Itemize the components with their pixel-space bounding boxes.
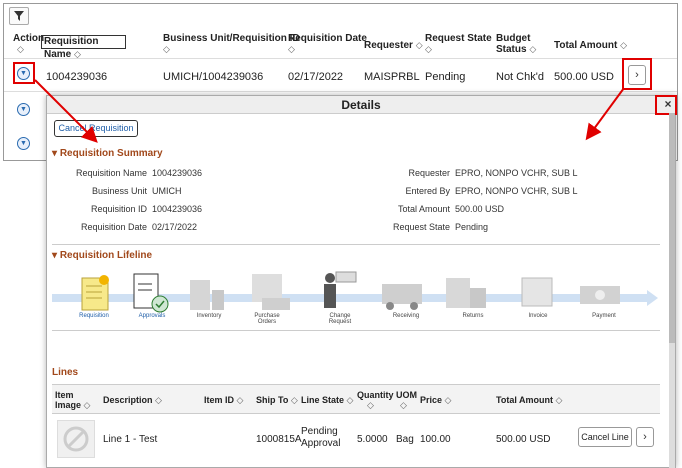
col-quantity[interactable]: Quantity ◇ [357,390,394,410]
sort-icon: ◇ [346,395,354,405]
sort-icon: ◇ [400,400,407,410]
summary-value: 1004239036 [152,168,203,178]
summary-label: Requisition Date [80,222,147,232]
line-quantity: 5.0000 [357,434,388,445]
line-description: Line 1 - Test [103,434,158,445]
summary-label: Request State [392,222,450,232]
col-description[interactable]: Description ◇ [103,395,162,405]
line-price: 100.00 [420,434,451,445]
col-uom[interactable]: UOM ◇ [396,390,417,410]
stage-inventory: Inventory [196,313,222,319]
summary-label: Requisition Name [75,168,147,178]
sort-icon: ◇ [444,395,452,405]
summary-label: Requisition ID [90,204,147,214]
summary-value: 02/17/2022 [152,222,198,232]
chevron-right-icon: › [643,431,647,443]
col-item-image[interactable]: Item Image ◇ [55,390,90,410]
line-state: Pending Approval [301,426,341,449]
cancel-line-button[interactable]: Cancel Line [578,427,632,447]
summary-label: Entered By [405,186,450,196]
sort-icon: ◇ [290,395,298,405]
stage-approvals[interactable]: Approvals [127,313,177,319]
no-image-icon [63,426,89,452]
lines-section-title: Lines [52,367,79,378]
line-ship-to: 1000815A [256,434,302,445]
col-item-id[interactable]: Item ID ◇ [204,395,243,405]
sort-icon: ◇ [236,395,244,405]
summary-value: EPRO, NONPO VCHR, SUB L [455,186,578,196]
stage-returns: Returns [462,313,484,319]
stage-receiving: Receiving [392,313,420,319]
summary-label: Requester [408,168,450,178]
stage-invoice: Invoice [528,313,548,319]
summary-label: Total Amount [397,204,450,214]
col-ship-to[interactable]: Ship To ◇ [256,395,298,405]
sort-icon: ◇ [555,395,563,405]
summary-value: Pending [455,222,489,232]
line-total: 500.00 USD [496,434,551,445]
stage-requisition[interactable]: Requisition [69,313,119,319]
summary-value: 500.00 USD [455,204,505,214]
summary-label: Business Unit [91,186,147,196]
item-image [57,420,95,458]
summary-value: EPRO, NONPO VCHR, SUB L [455,168,578,178]
col-line-total[interactable]: Total Amount ◇ [496,395,562,405]
lifeline-section-title[interactable]: ▾ Requisition Lifeline [52,250,152,261]
summary-value: UMICH [152,186,182,196]
col-price[interactable]: Price ◇ [420,395,451,405]
summary-section-title[interactable]: ▾ Requisition Summary [52,148,163,159]
stage-payment: Payment [592,313,616,319]
stage-change-request: Change Request [328,313,352,325]
line-details-button[interactable]: › [636,427,654,447]
sort-icon: ◇ [83,400,91,410]
sort-icon: ◇ [367,400,374,410]
col-line-state[interactable]: Line State ◇ [301,395,353,405]
summary-value: 1004239036 [152,204,203,214]
line-uom: Bag [396,434,414,445]
divider [52,244,660,245]
divider [52,330,660,331]
stage-purchase-orders: Purchase Orders [254,313,280,325]
sort-icon: ◇ [155,395,162,405]
